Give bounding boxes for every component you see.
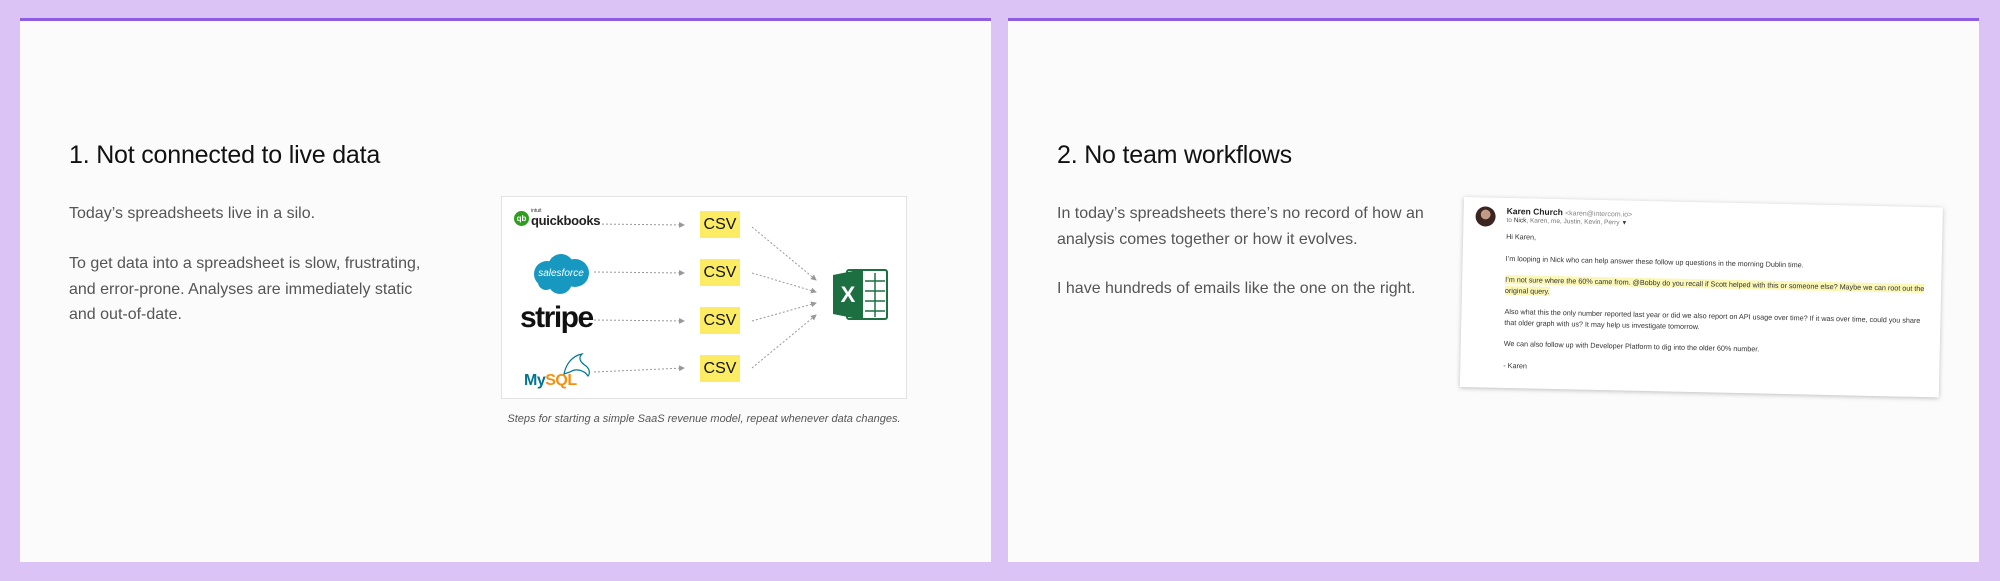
- emails-paragraph: I have hundreds of emails like the one o…: [1057, 280, 1416, 297]
- csv-box: CSV: [700, 355, 740, 382]
- arrow-csv4-excel: [751, 314, 817, 369]
- arrow-csv3-excel: [751, 301, 817, 322]
- slide-title: 2. No team workflows: [1057, 141, 1292, 169]
- salesforce-logo: salesforce: [530, 252, 592, 295]
- email-line: Also what this the only number reported …: [1504, 306, 1921, 331]
- quickbooks-logo: qb intuit quickbooks: [514, 209, 601, 228]
- email-greeting: Hi Karen,: [1506, 231, 1537, 242]
- record-paragraph: In today’s spreadsheets there’s no recor…: [1057, 205, 1424, 248]
- to-prefix: to: [1506, 216, 1512, 225]
- slide-title: 1. Not connected to live data: [69, 141, 381, 169]
- arrow-mysql-csv: [593, 365, 685, 373]
- email-body: Hi Karen, I’m looping in Nick who can he…: [1503, 232, 1932, 391]
- email-line: We can also follow up with Developer Pla…: [1503, 338, 1760, 354]
- mysql-label-my: My: [524, 372, 546, 389]
- email-highlighted-line: I’m not sure where the 60% came from. @B…: [1504, 274, 1925, 296]
- quickbooks-mark-icon: qb: [514, 210, 529, 226]
- slide-not-connected: 1. Not connected to live data Today’s sp…: [20, 18, 991, 562]
- quickbooks-label: quickbooks: [531, 213, 601, 228]
- email-recipients: to Nick, Karen, me, Justin, Kevin, Perry…: [1506, 217, 1627, 227]
- arrow-quickbooks-csv: [593, 221, 685, 228]
- sender-name: Karen Church: [1506, 205, 1564, 218]
- sender-address: <karen@intercom.io>: [1565, 210, 1633, 219]
- svg-text:X: X: [841, 282, 856, 307]
- arrow-salesforce-csv: [593, 269, 685, 276]
- to-rest: , Karen, me, Justin, Kevin, Perry: [1526, 217, 1620, 227]
- silo-paragraph: Today’s spreadsheets live in a silo.: [69, 205, 316, 222]
- excel-icon: X: [833, 269, 888, 320]
- chevron-down-icon: ▼: [1621, 220, 1628, 227]
- mysql-logo: MySQL: [524, 352, 596, 392]
- arrow-csv1-excel: [751, 226, 817, 281]
- csv-box: CSV: [700, 211, 740, 238]
- avatar: [1475, 206, 1496, 227]
- email-signoff: - Karen: [1503, 360, 1528, 370]
- stripe-logo: stripe: [520, 301, 594, 334]
- csv-box: CSV: [700, 307, 740, 334]
- salesforce-label: salesforce: [538, 268, 584, 279]
- csv-box: CSV: [700, 259, 740, 286]
- arrow-stripe-csv: [593, 317, 685, 324]
- email-line: I’m looping in Nick who can help answer …: [1505, 253, 1804, 269]
- to-first: Nick: [1513, 217, 1527, 225]
- mysql-label-sql: SQL: [545, 372, 577, 389]
- email-screenshot: Karen Church <karen@intercom.io> to Nick…: [1459, 197, 1943, 398]
- slow-paragraph: To get data into a spreadsheet is slow, …: [69, 255, 421, 323]
- data-flow-diagram: qb intuit quickbooks salesforce stripe M…: [501, 196, 907, 399]
- diagram-caption: Steps for starting a simple SaaS revenue…: [507, 413, 901, 425]
- arrow-csv2-excel: [751, 272, 817, 294]
